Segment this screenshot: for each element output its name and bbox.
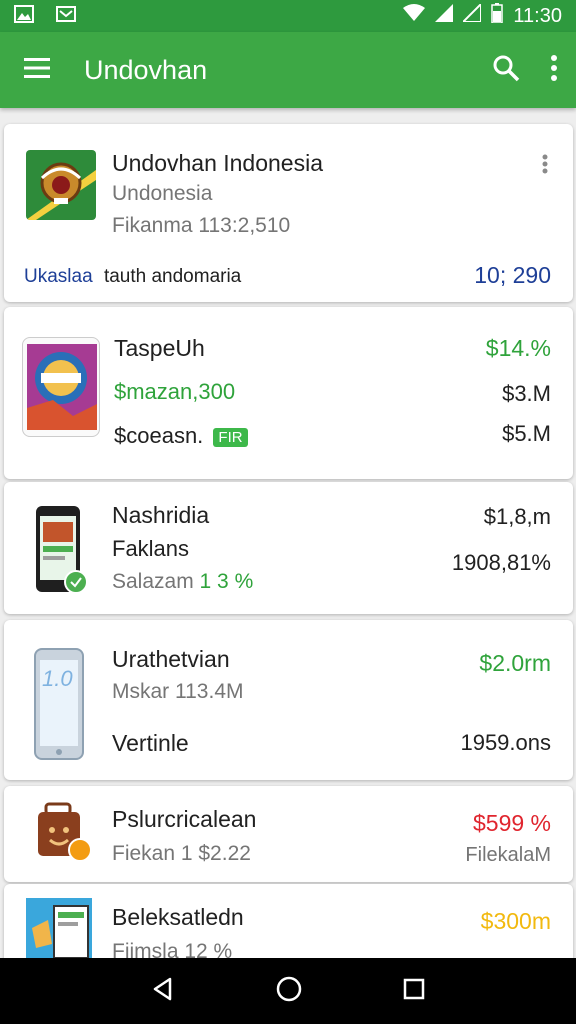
card-title: Undovhan Indonesia [112,150,323,176]
app-thumbnail-colorful [22,337,100,437]
card-footer-value: 10; 290 [474,262,551,288]
search-icon[interactable] [492,54,520,87]
card-meta: Fikanma 113:2,510 [112,214,291,237]
overflow-menu-icon[interactable] [550,54,558,86]
status-bar: 11:30 [0,0,576,32]
list-item-card-6[interactable]: Beleksatledn Fiimsla 12 % $300m [4,884,573,958]
system-navigation-bar [0,958,576,1024]
card-subtitle: Undonesia [112,182,213,205]
card-footer-text: tauth andomaria [103,266,242,287]
list-item-card-3[interactable]: Nashridia Faklans Salazam 1 3 % $1,8,m 1… [4,482,573,614]
card-right-value-3: $5.M [502,421,551,446]
signal-icon [435,4,454,28]
card-meta: Salazam 1 3 % [112,570,253,594]
battery-icon [491,3,504,29]
screen-app-icon [26,898,92,958]
card-label: Vertinle [112,730,189,756]
card-title: Nashridia [112,502,210,528]
list-item-card-1[interactable]: Undovhan Indonesia Undonesia Fikanma 113… [4,124,573,302]
card-overflow-icon[interactable] [542,154,548,179]
menu-icon[interactable] [24,57,50,83]
card-right-value-1: $300m [480,908,551,934]
phone-app-icon [34,504,88,594]
card-right-value-1: $599 % [472,810,551,836]
card-footer-left: Ukaslaa tauth andomaria [24,266,241,288]
card-meta-label: Salazam [112,570,194,593]
app-list: Undovhan Indonesia Undonesia Fikanma 113… [0,108,576,958]
tablet-screen-text: 1.0 [42,666,73,691]
card-right-value-1: $14.% [485,335,551,361]
bag-app-icon [36,802,96,866]
card-right-value-2: FilekalaM [465,844,551,866]
card-footer-link[interactable]: Ukaslaa [24,266,93,287]
tablet-app-icon: 1.0 [34,648,84,760]
list-item-card-2[interactable]: TaspeUh $mazan,300 $coeasn. FIR $14.% $3… [4,307,573,479]
recents-icon[interactable] [402,977,426,1006]
message-notification-icon [56,5,76,28]
signal-secondary-icon [461,1,483,28]
card-right-value-1: $2.0rm [479,650,551,676]
status-time: 11:30 [513,4,562,27]
back-icon[interactable] [150,976,176,1007]
home-icon[interactable] [275,975,303,1008]
card-title: TaspeUh [114,335,205,361]
card-label: $coeasn. FIR [114,423,248,449]
app-title: Undovhan [84,54,208,85]
card-meta-value: 1 3 % [199,570,254,593]
app-logo-emblem [26,150,96,220]
card-subtitle: Faklans [112,536,190,561]
status-badge: FIR [213,427,248,447]
image-notification-icon [14,4,34,28]
card-title: Urathetvian [112,646,230,672]
list-item-card-5[interactable]: Pslurcricalean Fiekan 1 $2.22 $599 % Fil… [4,786,573,882]
card-title: Beleksatledn [112,904,244,930]
card-right-value-3: 1959.ons [460,730,551,755]
card-title: Pslurcricalean [112,806,257,832]
card-subtitle: Fiekan 1 $2.22 [112,842,251,865]
card-right-value-1: $1,8,m [483,504,551,529]
card-price: $mazan,300 [114,379,236,404]
app-bar: Undovhan [0,32,576,108]
wifi-icon [403,4,426,28]
card-right-value-2: 1908,81% [451,550,551,575]
card-subtitle: Mskar 113.4M [112,680,244,703]
list-item-card-4[interactable]: 1.0 Urathetvian Mskar 113.4M Vertinle $2… [4,620,573,780]
card-right-value-2: $3.M [502,381,551,406]
card-label-text: $coeasn. [114,423,204,448]
card-subtitle: Fiimsla 12 % [112,940,233,958]
